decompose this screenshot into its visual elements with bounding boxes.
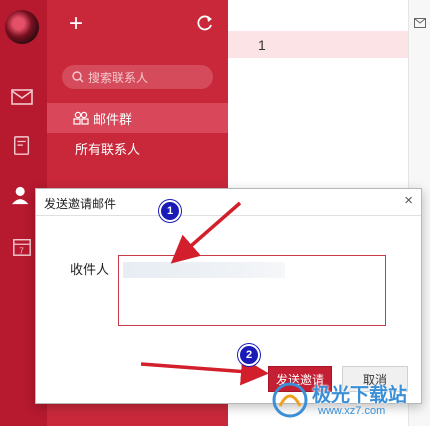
calendar-icon[interactable]: 7 <box>11 237 33 257</box>
nav-item-label: 邮件群 <box>93 111 133 127</box>
nav-item-mail-groups[interactable]: 邮件群 <box>47 103 228 133</box>
add-contact-button[interactable]: + <box>69 12 83 36</box>
avatar[interactable] <box>5 10 39 44</box>
invite-dialog: 发送邀请邮件 × 收件人 发送邀请 取消 <box>35 188 422 404</box>
search-input[interactable]: 搜索联系人 <box>62 65 213 89</box>
divider <box>36 215 421 216</box>
watermark-text: 极光下载站 <box>312 385 408 406</box>
watermark: 极光下载站 www.xz7.com <box>268 378 428 422</box>
nav-item-all-contacts[interactable]: 所有联系人 <box>47 133 228 163</box>
list-item[interactable]: 1 <box>228 31 408 58</box>
nav-item-label: 所有联系人 <box>75 141 141 157</box>
notes-icon[interactable] <box>11 136 33 156</box>
search-icon <box>72 71 84 83</box>
svg-text:7: 7 <box>19 246 24 255</box>
dialog-title: 发送邀请邮件 <box>44 197 117 211</box>
search-placeholder: 搜索联系人 <box>88 70 149 85</box>
watermark-logo-icon <box>272 382 308 418</box>
list-item-value: 1 <box>258 37 266 53</box>
blurred-recipient <box>123 262 285 278</box>
refresh-icon[interactable] <box>196 14 214 32</box>
recipient-field[interactable] <box>118 255 386 326</box>
mail-icon[interactable] <box>11 87 33 107</box>
recipient-label: 收件人 <box>70 262 110 277</box>
step-badge-1: 1 <box>159 200 181 222</box>
step-badge-2: 2 <box>238 344 260 366</box>
contacts-icon[interactable] <box>11 186 33 206</box>
close-button[interactable]: × <box>404 192 413 209</box>
envelope-icon <box>414 18 426 28</box>
group-icon <box>73 111 89 125</box>
watermark-url: www.xz7.com <box>318 405 386 417</box>
